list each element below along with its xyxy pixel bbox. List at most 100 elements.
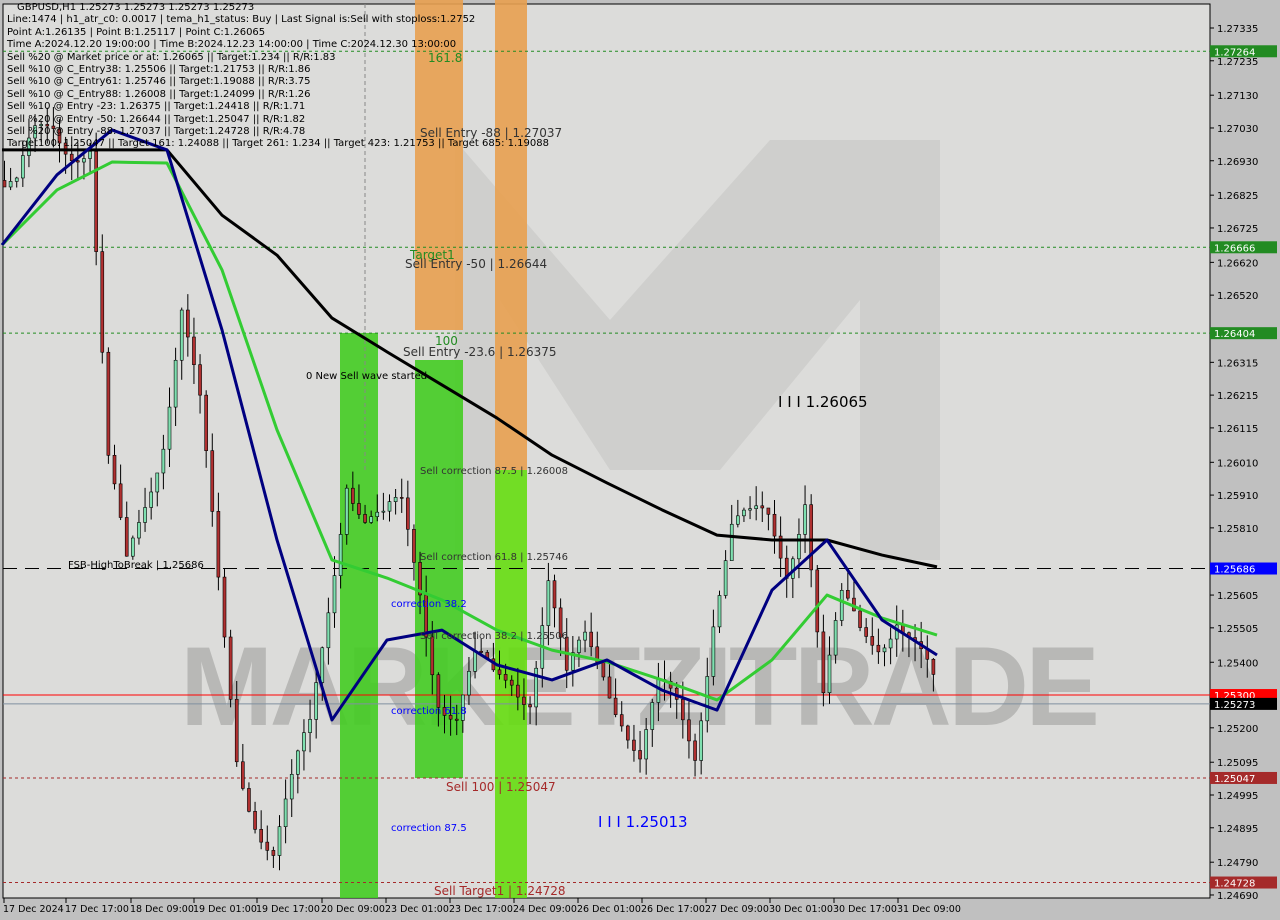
- candle: [797, 534, 801, 560]
- y-tick-label: 1.26315: [1217, 358, 1258, 369]
- x-tick-label: 19 Dec 17:00: [256, 904, 320, 915]
- price-level-label: 1.24728: [1214, 879, 1255, 890]
- candle: [393, 497, 398, 502]
- candle: [839, 590, 844, 621]
- candle: [228, 636, 233, 700]
- candle: [399, 497, 404, 499]
- candle: [314, 682, 318, 720]
- candle: [693, 740, 697, 761]
- candle: [522, 696, 526, 705]
- x-tick-label: 30 Dec 17:00: [833, 904, 897, 915]
- candle: [137, 522, 141, 539]
- y-tick-label: 1.27335: [1217, 24, 1258, 35]
- candle: [516, 684, 520, 698]
- chart-window: MARKETZITRADE 1.27264 1.26666 1.26404 1.2568…: [0, 0, 1280, 920]
- x-tick-label: 31 Dec 09:00: [897, 904, 961, 915]
- info-line: Sell %10 @ Entry -23: 1.26375 || Target:…: [7, 101, 306, 113]
- candle: [375, 511, 380, 517]
- y-tick-label: 1.24995: [1217, 791, 1258, 802]
- annotation-new-wave: 0 New Sell wave started: [306, 371, 427, 382]
- candle: [131, 537, 135, 557]
- x-tick-label: 26 Dec 01:00: [577, 904, 641, 915]
- info-line: Sell %10 @ C_Entry61: 1.25746 || Target:…: [7, 76, 311, 88]
- y-tick-label: 1.27235: [1217, 57, 1258, 68]
- candle: [766, 507, 771, 515]
- candle: [338, 534, 343, 576]
- y-tick-label: 1.25400: [1217, 658, 1258, 669]
- candle: [289, 774, 294, 800]
- candle: [723, 560, 728, 596]
- candle: [589, 631, 593, 648]
- x-tick-label: 30 Dec 01:00: [769, 904, 833, 915]
- info-line: Sell %20 @ Entry -50: 1.26644 || Target:…: [7, 113, 306, 125]
- candle: [369, 516, 373, 523]
- candle: [827, 654, 832, 694]
- y-tick-label: 1.25810: [1217, 524, 1258, 535]
- candle: [247, 788, 251, 812]
- candle: [277, 826, 282, 856]
- x-tick-label: 20 Dec 09:00: [321, 904, 385, 915]
- candle: [503, 674, 508, 681]
- candle: [259, 829, 263, 843]
- candle: [748, 508, 752, 511]
- y-tick-label: 1.26725: [1217, 224, 1258, 235]
- annotation-sell-100: Sell 100 | 1.25047: [446, 780, 556, 794]
- info-line: Point A:1.26135 | Point B:1.25117 | Poin…: [7, 26, 266, 38]
- candle: [607, 676, 612, 699]
- candle: [76, 160, 80, 163]
- candle: [864, 627, 868, 637]
- annotation-fsb: FSB-HighToBreak | 1.25686: [68, 560, 204, 571]
- candle: [381, 510, 386, 513]
- candle: [351, 487, 355, 504]
- candle: [204, 394, 208, 451]
- candle: [638, 750, 642, 760]
- y-tick-label: 1.26010: [1217, 458, 1258, 469]
- annotation-corr-382: correction 38.2: [391, 599, 467, 610]
- y-tick-label: 1.26825: [1217, 191, 1258, 202]
- candle: [198, 364, 202, 396]
- candle: [454, 718, 459, 721]
- candle: [241, 761, 245, 789]
- candle: [473, 650, 477, 672]
- candle: [821, 631, 826, 694]
- candle: [846, 590, 850, 599]
- candle: [754, 505, 758, 509]
- y-tick-label: 1.25910: [1217, 491, 1258, 502]
- candle: [809, 504, 813, 571]
- candle: [179, 309, 184, 361]
- y-tick-label: 1.24790: [1217, 858, 1258, 869]
- chart-title: GBPUSD,H1 1.25273 1.25273 1.25273 1.2527…: [17, 2, 255, 13]
- candle: [509, 679, 514, 686]
- candle: [577, 639, 581, 653]
- candle: [760, 505, 765, 509]
- y-tick-label: 1.24690: [1217, 891, 1258, 902]
- x-tick-label: 19 Dec 01:00: [193, 904, 257, 915]
- info-line: Sell %20 @ Entry -88: 1.27037 || Target:…: [7, 125, 306, 137]
- candle: [772, 513, 777, 537]
- candle: [687, 719, 691, 742]
- candle: [552, 580, 557, 609]
- annotation-point-c: I I I 1.26065: [778, 393, 868, 411]
- candle: [736, 515, 740, 525]
- candle: [253, 811, 257, 830]
- candle: [705, 676, 710, 722]
- candle: [124, 517, 129, 557]
- annotation-sell-corr-875: Sell correction 87.5 | 1.26008: [420, 466, 568, 477]
- candle: [344, 487, 349, 535]
- candle: [265, 841, 270, 851]
- candle: [106, 351, 111, 456]
- candle: [528, 704, 532, 708]
- candle: [222, 576, 227, 638]
- candle: [497, 669, 502, 675]
- info-line: Sell %20 @ Market price or at: 1.26065 |…: [7, 51, 336, 63]
- candle: [888, 638, 893, 649]
- price-level-label: 1.26404: [1214, 329, 1255, 340]
- candle: [858, 610, 862, 628]
- candle: [192, 336, 196, 365]
- candle: [302, 732, 306, 752]
- candle: [583, 631, 587, 641]
- info-panel: GBPUSD,H1 1.25273 1.25273 1.25273 1.2527…: [7, 2, 549, 151]
- candle: [118, 483, 123, 518]
- candle: [729, 523, 734, 561]
- candle: [283, 798, 288, 828]
